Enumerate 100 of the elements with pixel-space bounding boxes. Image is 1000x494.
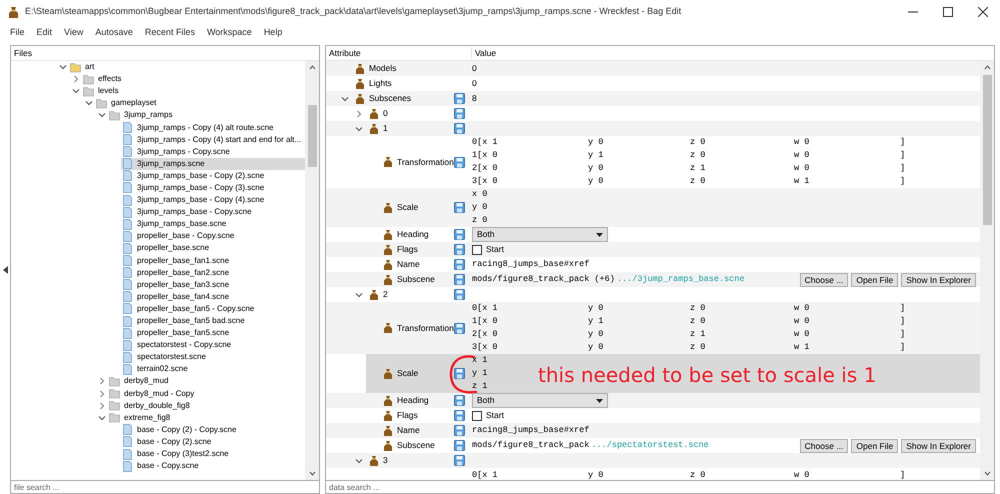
save-icon[interactable]	[454, 368, 465, 379]
heading-dropdown[interactable]: Both	[472, 227, 608, 242]
menu-item[interactable]: Autosave	[95, 26, 133, 40]
chevron-down-icon[interactable]	[354, 456, 362, 464]
tree-file-entry[interactable]: propeller_base_fan3.scne	[121, 278, 305, 291]
tree-file-entry[interactable]: propeller_base - Copy.scne	[121, 230, 305, 242]
chevron-down-icon[interactable]	[354, 290, 362, 298]
menu-item[interactable]: Help	[264, 26, 282, 40]
file-action-button[interactable]: Open File	[851, 272, 898, 286]
tree-file-entry[interactable]: base - Copy (2) - Copy.scne	[121, 424, 305, 436]
chevron-down-icon[interactable]	[98, 414, 106, 422]
file-search-field[interactable]: file search ...	[10, 481, 320, 494]
save-icon[interactable]	[454, 229, 465, 240]
window-title: E:\Steam\steamapps\common\Bugbear Entertainment\mods\figure8_track_pack\data\art\levels\gameplayset\3jump_ramps\3jump_ramps.scne - Wreckfest - Bag Edit	[25, 5, 682, 18]
collapse-arrow-icon[interactable]	[2, 266, 8, 274]
tree-file-entry[interactable]: propeller_base.scne	[121, 242, 305, 254]
scrollbar[interactable]	[305, 61, 319, 480]
save-icon[interactable]	[454, 425, 465, 436]
attribute-row[interactable]: Heading Both	[366, 227, 980, 242]
tree-file-entry[interactable]: 3jump_ramps.scne	[121, 158, 305, 170]
chevron-down-icon[interactable]	[58, 63, 66, 72]
tree-folder-item[interactable]: levels	[82, 85, 305, 98]
scrollbar[interactable]	[980, 61, 994, 480]
tree-folder-item[interactable]: derby8_mud - Copy	[108, 388, 305, 400]
menu-item[interactable]: Workspace	[206, 26, 252, 40]
attribute-row[interactable]: Scale x 1 y 1 z 1 this needed to be set to scale is 1	[366, 354, 980, 393]
tree-folder-item[interactable]: 3jump_ramps	[108, 109, 305, 122]
save-icon[interactable]	[454, 108, 465, 119]
tree-file-entry[interactable]: 3jump_ramps_base - Copy (3).scne	[121, 182, 305, 194]
scrollbar-thumb[interactable]	[982, 75, 992, 226]
tree-file-entry[interactable]: terrain02.scne	[121, 363, 305, 376]
menu-item[interactable]: Edit	[36, 26, 52, 40]
chevron-down-icon[interactable]	[98, 111, 106, 120]
tree-file-entry[interactable]: 3jump_ramps_base.scne	[121, 218, 305, 230]
attribute-row[interactable]: Name racing8_jumps_base#xref	[366, 257, 980, 272]
tree-file-entry[interactable]: propeller_base_fan5.scne	[121, 327, 305, 340]
tree-file-entry[interactable]: propeller_base_fan1.scne	[121, 254, 305, 267]
file-action-button[interactable]: Open File	[851, 438, 898, 452]
menu-item[interactable]: View	[64, 26, 84, 40]
tree-file-entry[interactable]: propeller_base_fan4.scne	[121, 290, 305, 303]
tree-folder-item[interactable]: derby8_mud	[108, 375, 305, 388]
save-icon[interactable]	[454, 202, 465, 213]
chevron-right-icon[interactable]	[98, 390, 106, 398]
tree-folder-item[interactable]: extreme_fig8	[108, 412, 305, 424]
column-header[interactable]: Value	[472, 46, 496, 60]
tree-file-entry[interactable]: spectatorstest - Copy.scne	[121, 339, 305, 352]
tree-file-entry[interactable]: propeller_base_fan2.scne	[121, 266, 305, 279]
file-action-button[interactable]: Show In Explorer	[901, 438, 976, 452]
save-icon[interactable]	[454, 455, 465, 466]
attribute-row[interactable]: Lights 0	[338, 76, 980, 91]
tree-file-entry[interactable]: base - Copy.scne	[121, 460, 305, 472]
tree-file-entry[interactable]: 3jump_ramps_base - Copy.scne	[121, 206, 305, 218]
tree-folder-item[interactable]: art	[69, 61, 305, 74]
save-icon[interactable]	[454, 123, 465, 134]
attribute-row[interactable]: 2	[352, 287, 980, 302]
heading-dropdown[interactable]: Both	[472, 393, 608, 408]
file-action-button[interactable]: Choose ...	[800, 438, 848, 452]
tree-file-entry[interactable]: 3jump_ramps - Copy (4) alt route.scne	[121, 121, 305, 134]
save-icon[interactable]	[454, 410, 465, 421]
menu-item[interactable]: Recent Files	[144, 26, 195, 40]
tree-file-entry[interactable]: 3jump_ramps_base - Copy (2).scne	[121, 170, 305, 182]
save-icon[interactable]	[454, 244, 465, 255]
checkbox[interactable]	[472, 244, 482, 254]
save-icon[interactable]	[454, 93, 465, 104]
data-search-field[interactable]: data search ...	[325, 481, 995, 494]
attribute-row[interactable]: Flags Start	[366, 408, 980, 423]
tree-folder-item[interactable]: effects	[82, 73, 305, 86]
save-icon[interactable]	[454, 274, 465, 285]
attribute-row[interactable]: 0[x 1 y 0 z 0 w 0 ]	[366, 468, 980, 480]
tree-file-entry[interactable]: 3jump_ramps_base - Copy (4).scne	[121, 194, 305, 206]
save-icon[interactable]	[454, 156, 465, 168]
tree-file-entry[interactable]: 3jump_ramps - Copy.scne	[121, 146, 305, 158]
checkbox[interactable]	[472, 410, 482, 420]
chevron-right-icon[interactable]	[72, 75, 80, 84]
chevron-down-icon[interactable]	[84, 99, 92, 108]
tree-file-entry[interactable]: 3jump_ramps - Copy (4) start and end for alt...	[121, 134, 305, 146]
tree-file-entry[interactable]: base - Copy (3)test2.scne	[121, 448, 305, 460]
save-icon[interactable]	[454, 395, 465, 406]
save-icon[interactable]	[454, 322, 465, 334]
save-icon[interactable]	[454, 440, 465, 451]
tree-file-entry[interactable]: spectatorstest.scne	[121, 351, 305, 364]
tree-folder-item[interactable]: derby_double_fig8	[108, 400, 305, 412]
tree-file-entry[interactable]: propeller_base_fan5 - Copy.scne	[121, 302, 305, 315]
chevron-right-icon[interactable]	[354, 110, 362, 118]
attribute-row[interactable]: 0	[352, 106, 980, 121]
save-icon[interactable]	[454, 259, 465, 270]
tree-folder-item[interactable]: gameplayset	[95, 97, 305, 110]
chevron-down-icon[interactable]	[354, 124, 362, 132]
scrollbar-thumb[interactable]	[308, 105, 316, 168]
chevron-right-icon[interactable]	[98, 377, 106, 386]
menu-item[interactable]: File	[10, 26, 25, 40]
chevron-down-icon[interactable]	[340, 94, 348, 102]
file-action-button[interactable]: Choose ...	[800, 272, 848, 286]
tree-file-entry[interactable]: propeller_base_fan5 bad.scne	[121, 314, 305, 328]
column-header[interactable]: Attribute	[326, 46, 472, 60]
save-icon[interactable]	[454, 289, 465, 300]
chevron-down-icon[interactable]	[72, 87, 80, 96]
tree-file-entry[interactable]: base - Copy (2).scne	[121, 436, 305, 448]
chevron-right-icon[interactable]	[98, 402, 106, 410]
file-action-button[interactable]: Show In Explorer	[901, 272, 976, 286]
